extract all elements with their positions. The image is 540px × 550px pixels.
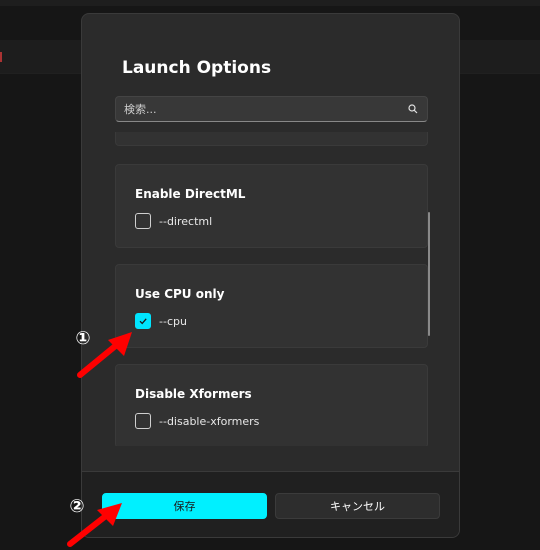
option-title: Disable Xformers [135, 387, 252, 401]
cancel-button[interactable]: キャンセル [275, 493, 440, 519]
options-list: Enable DirectML --directml Use CPU only … [115, 132, 428, 446]
options-scrollbar[interactable] [428, 212, 430, 336]
option-row-directml[interactable]: --directml [135, 213, 212, 229]
dialog-title: Launch Options [122, 58, 272, 78]
option-flag: --disable-xformers [159, 414, 260, 428]
directml-checkbox[interactable] [135, 213, 151, 229]
option-card-directml: Enable DirectML --directml [115, 164, 428, 248]
red-arrow-icon [77, 332, 132, 378]
option-card-xformers: Disable Xformers --disable-xformers [115, 364, 428, 446]
check-icon [139, 318, 147, 325]
option-flag: --cpu [159, 314, 187, 328]
option-title: Enable DirectML [135, 187, 246, 201]
option-card-partial [115, 132, 428, 146]
search-input[interactable] [124, 102, 407, 116]
xformers-checkbox[interactable] [135, 413, 151, 429]
launch-options-dialog: Launch Options Enable DirectML --directm… [81, 13, 460, 538]
option-card-cpu: Use CPU only --cpu [115, 264, 428, 348]
background-indicator [0, 52, 2, 62]
option-title: Use CPU only [135, 287, 225, 301]
red-arrow-icon [67, 503, 122, 547]
option-row-xformers[interactable]: --disable-xformers [135, 413, 259, 429]
option-flag: --directml [159, 214, 213, 228]
search-box[interactable] [115, 96, 428, 122]
background-title-bar [0, 0, 540, 6]
search-icon[interactable] [407, 103, 419, 115]
dialog-footer: 保存 キャンセル [82, 471, 459, 537]
